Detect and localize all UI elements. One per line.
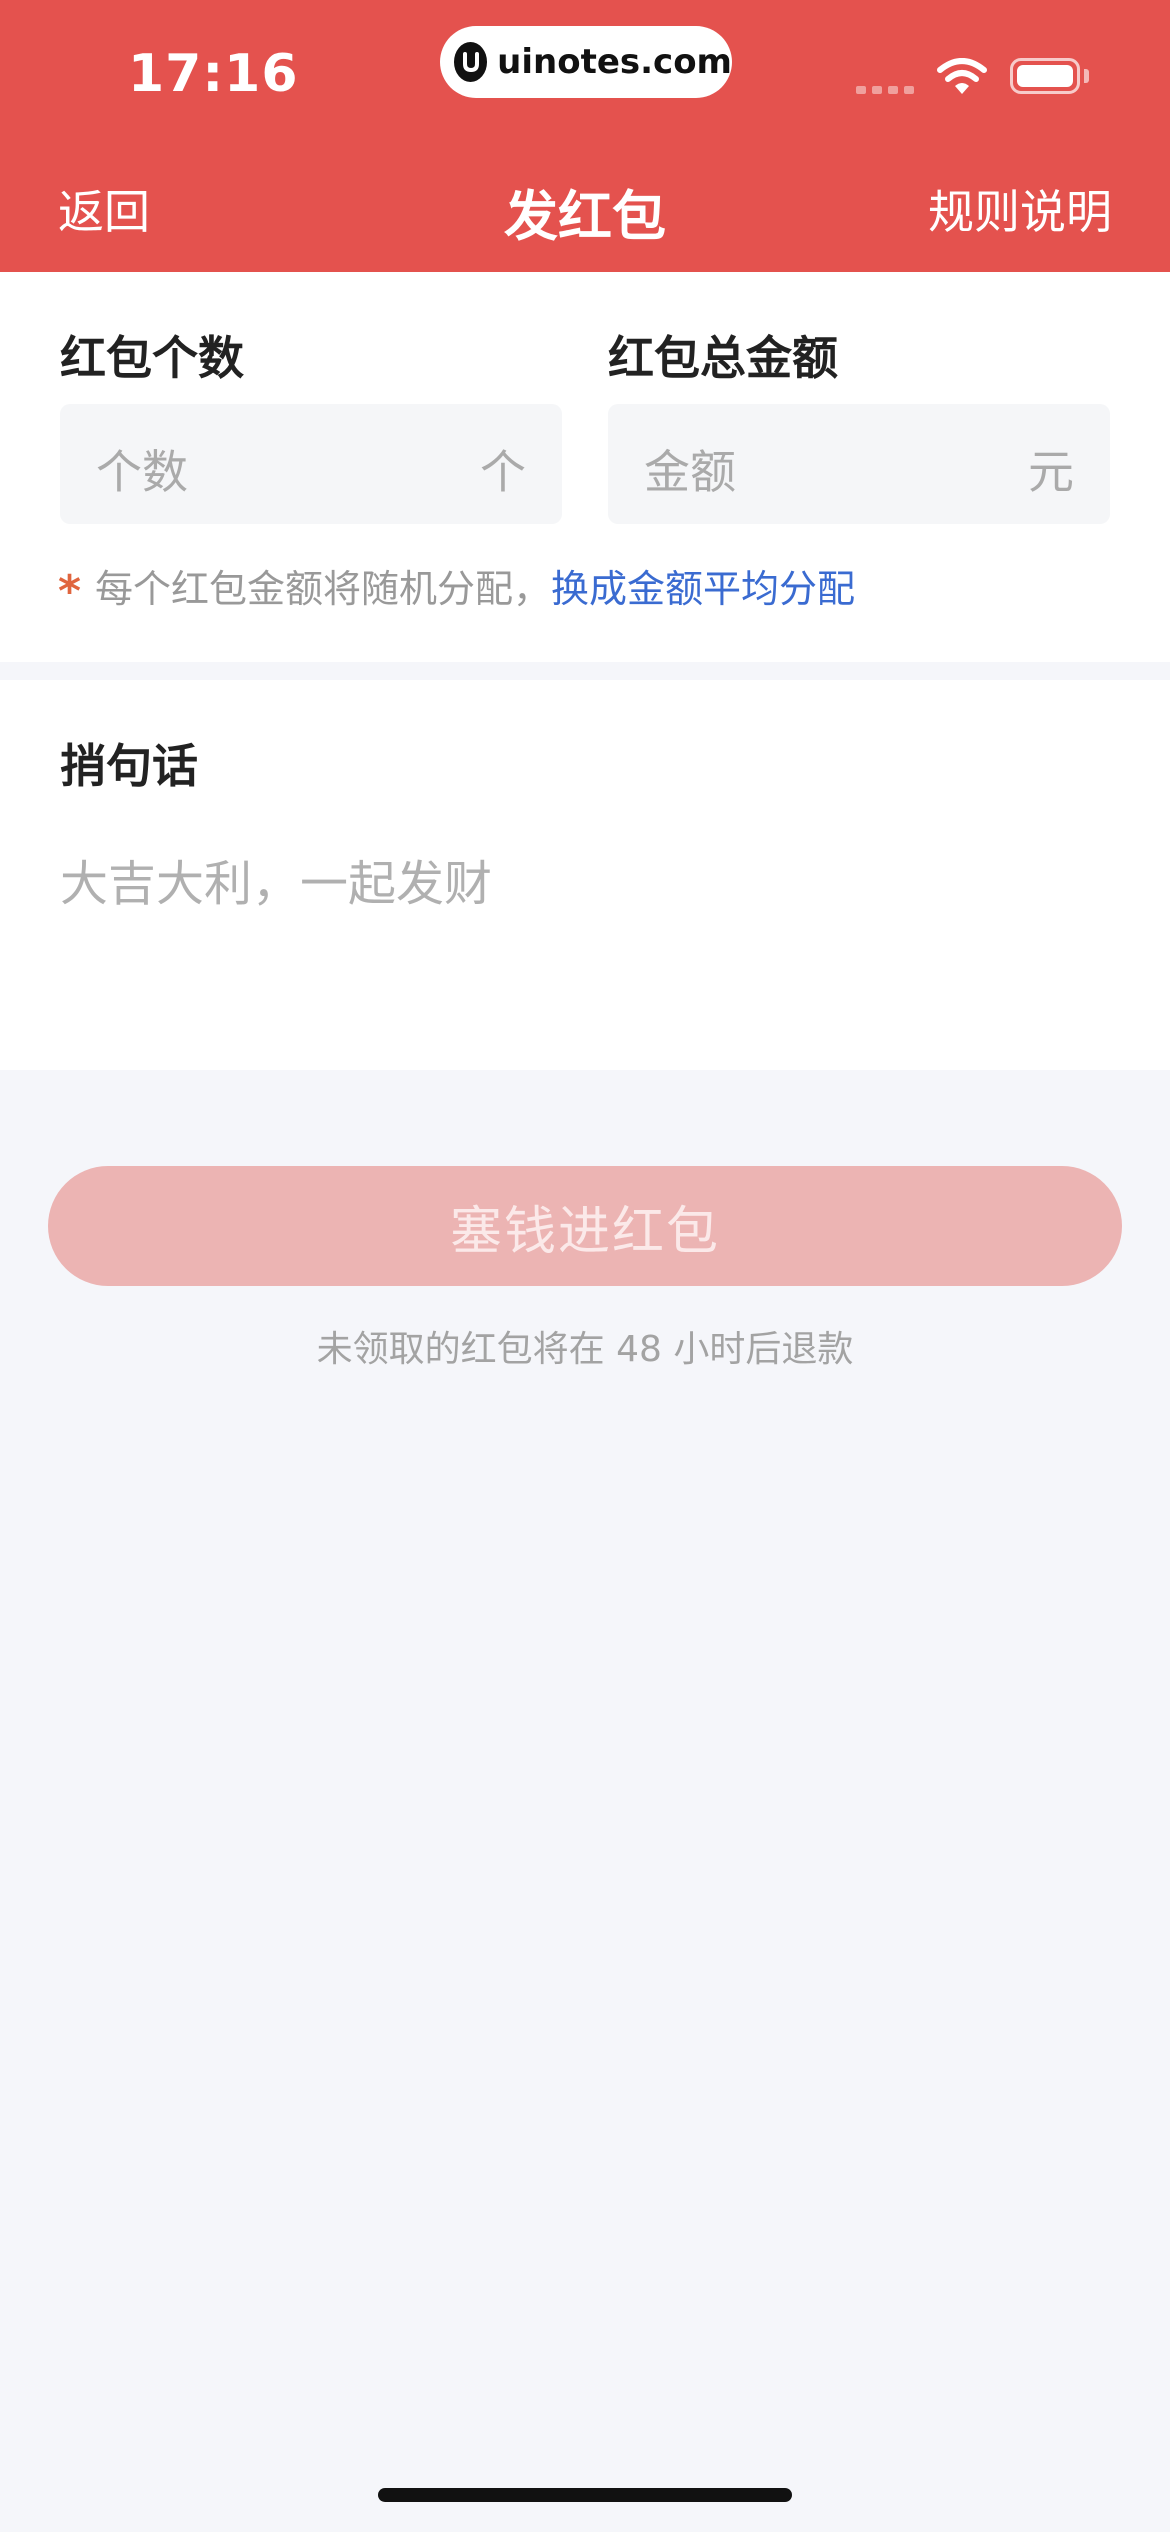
url-text: uinotes.com — [497, 42, 732, 82]
status-time: 17:16 — [128, 44, 299, 104]
submit-button[interactable]: 塞钱进红包 — [48, 1166, 1122, 1286]
notice-text: 每个红包金额将随机分配， — [95, 567, 552, 611]
rules-button[interactable]: 规则说明 — [928, 176, 1112, 242]
switch-average-link[interactable]: 换成金额平均分配 — [551, 567, 855, 611]
count-unit: 个 — [480, 445, 526, 499]
greeting-card: 捎句话 大吉大利，一起发财 — [0, 680, 1170, 1070]
amount-input[interactable]: 金额 元 — [608, 404, 1110, 524]
count-label: 红包个数 — [60, 331, 244, 385]
wifi-icon — [937, 58, 987, 94]
battery-cap — [1084, 69, 1089, 83]
distribution-notice: * 每个红包金额将随机分配，换成金额平均分配 — [58, 558, 855, 617]
refund-note: 未领取的红包将在 48 小时后退款 — [316, 1329, 854, 1370]
greeting-input[interactable]: 大吉大利，一起发财 — [60, 844, 492, 914]
asterisk-icon: * — [58, 566, 82, 617]
cellular-signal-icon — [856, 86, 914, 94]
amount-unit: 元 — [1028, 445, 1074, 499]
home-indicator[interactable] — [378, 2488, 792, 2502]
amount-placeholder: 金额 — [644, 445, 736, 499]
header-bar: 17:16 uinotes.com 返回 发红包 规则说明 — [0, 0, 1170, 272]
battery-icon — [1010, 58, 1080, 94]
count-input[interactable]: 个数 个 — [60, 404, 562, 524]
uinotes-logo-icon — [454, 42, 488, 82]
url-pill: uinotes.com — [440, 26, 732, 98]
amount-label: 红包总金额 — [608, 331, 838, 385]
greeting-label: 捎句话 — [60, 739, 198, 793]
amount-card: 红包个数 个数 个 红包总金额 金额 元 * 每个红包金额将随机分配，换成金额平均… — [0, 272, 1170, 662]
count-placeholder: 个数 — [96, 445, 188, 499]
